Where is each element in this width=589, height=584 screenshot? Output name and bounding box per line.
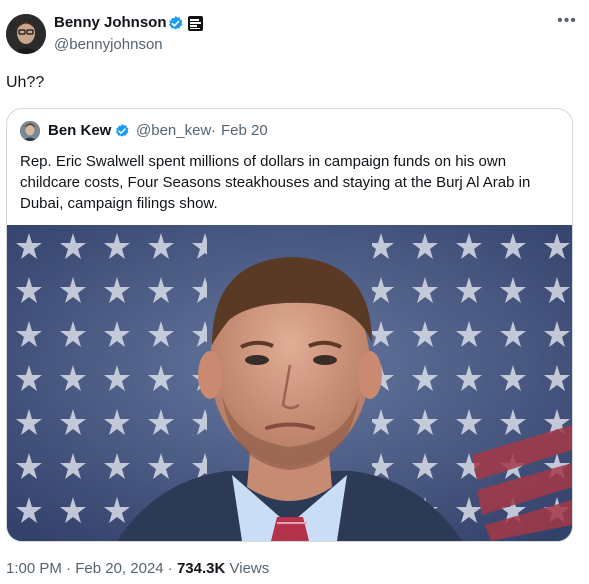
verified-badge-icon (168, 16, 183, 30)
affiliation-badge-icon[interactable] (188, 16, 203, 31)
quoted-date[interactable]: Feb 20 (221, 122, 268, 139)
quoted-author-avatar[interactable] (20, 121, 40, 141)
tweet-text: Uh?? (6, 74, 45, 91)
tweet-metadata: 1:00 PM · Feb 20, 2024 · 734.3K Views (6, 560, 269, 577)
quoted-text: Rep. Eric Swalwell spent millions of dol… (20, 153, 531, 212)
quoted-tweet[interactable]: Ben Kew @ben_kew · Feb 20 Rep. Eric Swal… (6, 108, 573, 542)
author-handle[interactable]: @bennyjohnson (54, 36, 163, 53)
tweet-time[interactable]: 1:00 PM (6, 560, 62, 577)
author-name[interactable]: Benny Johnson (54, 14, 167, 31)
tweet-date[interactable]: Feb 20, 2024 (75, 560, 163, 577)
views-label: Views (229, 560, 270, 577)
more-horizontal-icon: ••• (557, 12, 577, 29)
more-options-button[interactable]: ••• (554, 13, 580, 33)
author-avatar[interactable] (6, 14, 46, 54)
tweet: Benny Johnson @bennyjohnson ••• Uh?? Ben… (0, 0, 589, 584)
quoted-author-name[interactable]: Ben Kew (48, 122, 111, 139)
views-count: 734.3K (176, 560, 226, 577)
quoted-photo[interactable] (7, 225, 572, 541)
quoted-author-handle[interactable]: @ben_kew (136, 122, 211, 139)
separator-dot: · (66, 560, 72, 577)
verified-badge-icon (115, 124, 129, 137)
separator-dot: · (211, 122, 216, 139)
separator-dot: · (167, 560, 173, 577)
